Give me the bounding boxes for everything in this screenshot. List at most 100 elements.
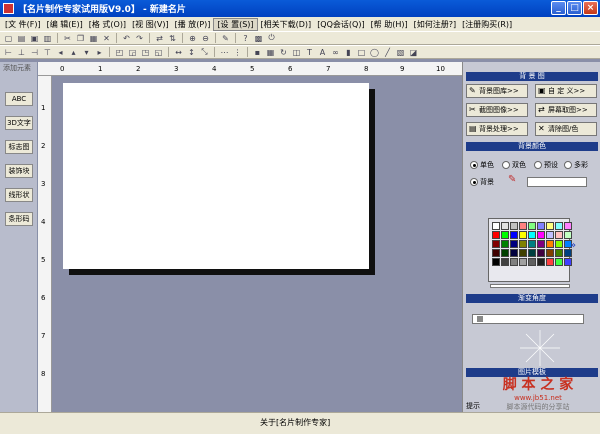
zoom-out-icon[interactable]: ⊖ xyxy=(200,33,211,43)
move-left-icon[interactable]: ◂ xyxy=(55,47,66,57)
palette-swatch[interactable] xyxy=(555,222,563,230)
new-icon[interactable]: ▢ xyxy=(3,33,14,43)
palette-swatch[interactable] xyxy=(528,240,536,248)
palette-swatch[interactable] xyxy=(546,249,554,257)
image-icon[interactable]: ▩ xyxy=(253,33,264,43)
copy-icon[interactable]: ❐ xyxy=(75,33,86,43)
same-width-icon[interactable]: ↔ xyxy=(173,47,184,57)
menu-help[interactable]: [帮 助(H)] xyxy=(368,19,411,30)
palette-swatch[interactable] xyxy=(546,231,554,239)
paste-icon[interactable]: ▦ xyxy=(88,33,99,43)
same-height-icon[interactable]: ↕ xyxy=(186,47,197,57)
bg-process-button[interactable]: ▤ 背景处理>> xyxy=(466,122,528,136)
distribute-v-icon[interactable]: ⋮ xyxy=(232,47,243,57)
delete-icon[interactable]: ✕ xyxy=(101,33,112,43)
palette-swatch[interactable] xyxy=(528,258,536,266)
palette-swatch[interactable] xyxy=(537,231,545,239)
palette-swatch[interactable] xyxy=(519,249,527,257)
palette-swatch[interactable] xyxy=(519,240,527,248)
flip-v-icon[interactable]: ⇅ xyxy=(167,33,178,43)
group-icon[interactable]: ◳ xyxy=(140,47,151,57)
zoom-in-icon[interactable]: ⊕ xyxy=(187,33,198,43)
palette-swatch[interactable] xyxy=(555,240,563,248)
frame-icon[interactable]: □ xyxy=(356,47,367,57)
tool-barcode[interactable]: 条形码 xyxy=(5,212,33,226)
tool-line-shape[interactable]: 线形状 xyxy=(5,188,33,202)
palette-swatch[interactable] xyxy=(564,258,572,266)
tool-decoration[interactable]: 装饰块 xyxy=(5,164,33,178)
move-right-icon[interactable]: ▸ xyxy=(94,47,105,57)
align-right-icon[interactable]: ⊣ xyxy=(29,47,40,57)
ungroup-icon[interactable]: ◱ xyxy=(153,47,164,57)
close-button[interactable]: × xyxy=(583,1,598,15)
undo-icon[interactable]: ↶ xyxy=(121,33,132,43)
palette-swatch[interactable] xyxy=(501,249,509,257)
redo-icon[interactable]: ↷ xyxy=(134,33,145,43)
line-icon[interactable]: ╱ xyxy=(382,47,393,57)
shadow-icon[interactable]: ◪ xyxy=(408,47,419,57)
palette-swatch[interactable] xyxy=(501,258,509,266)
color-palette[interactable] xyxy=(488,218,572,282)
pencil-icon[interactable]: ✎ xyxy=(220,33,231,43)
same-size-icon[interactable]: ⤡ xyxy=(199,47,210,57)
palette-expand-icon[interactable]: » xyxy=(570,240,576,251)
menu-view[interactable]: [视 图(V)] xyxy=(129,19,172,30)
link-icon[interactable]: ∞ xyxy=(330,47,341,57)
palette-swatch[interactable] xyxy=(537,249,545,257)
font-icon[interactable]: A xyxy=(317,47,328,57)
angle-dial[interactable] xyxy=(500,328,580,368)
tool-logo[interactable]: 标志图 xyxy=(5,140,33,154)
palette-swatch[interactable] xyxy=(501,222,509,230)
palette-swatch[interactable] xyxy=(528,231,536,239)
save-icon[interactable]: ▣ xyxy=(29,33,40,43)
bring-front-icon[interactable]: ◰ xyxy=(114,47,125,57)
palette-swatch[interactable] xyxy=(510,222,518,230)
palette-swatch[interactable] xyxy=(510,240,518,248)
tool-3d-text[interactable]: 3D文字 xyxy=(5,116,33,130)
open-icon[interactable]: ▤ xyxy=(16,33,27,43)
menu-file[interactable]: [文 件(F)] xyxy=(2,19,44,30)
maximize-button[interactable]: □ xyxy=(567,1,582,15)
palette-swatch[interactable] xyxy=(501,231,509,239)
custom-bg-button[interactable]: ▣ 自 定 义>> xyxy=(535,84,597,98)
minimize-button[interactable]: _ xyxy=(551,1,566,15)
move-up-icon[interactable]: ▴ xyxy=(68,47,79,57)
eyedropper-icon[interactable]: ✎ xyxy=(508,174,516,185)
palette-swatch[interactable] xyxy=(492,222,500,230)
screen-capture-button[interactable]: ⇄ 屏幕取图>> xyxy=(535,103,597,117)
send-back-icon[interactable]: ◲ xyxy=(127,47,138,57)
palette-swatch[interactable] xyxy=(510,249,518,257)
palette-swatch[interactable] xyxy=(519,222,527,230)
clear-bg-button[interactable]: ✕ 清除图/色 xyxy=(535,122,597,136)
menu-settings[interactable]: [设 置(S)] xyxy=(213,17,258,31)
palette-swatch[interactable] xyxy=(519,258,527,266)
palette-swatch[interactable] xyxy=(519,231,527,239)
business-card-canvas[interactable] xyxy=(63,83,369,269)
menu-buy[interactable]: [注册购买(R)] xyxy=(459,19,515,30)
palette-swatch[interactable] xyxy=(537,258,545,266)
rotate-icon[interactable]: ↻ xyxy=(278,47,289,57)
palette-swatch[interactable] xyxy=(555,258,563,266)
print-icon[interactable]: ▥ xyxy=(42,33,53,43)
menu-format[interactable]: [格 式(O)] xyxy=(86,19,129,30)
exit-icon[interactable]: ⏻ xyxy=(266,33,277,43)
layer-icon[interactable]: ◫ xyxy=(291,47,302,57)
mode-double[interactable]: 双色 xyxy=(502,160,526,170)
mode-preset[interactable]: 预设 xyxy=(534,160,558,170)
menu-downloads[interactable]: [相关下载(D)] xyxy=(258,19,315,30)
gradient-angle-slider[interactable] xyxy=(472,314,584,324)
palette-swatch[interactable] xyxy=(564,231,572,239)
cut-icon[interactable]: ✂ xyxy=(62,33,73,43)
distribute-h-icon[interactable]: ⋯ xyxy=(219,47,230,57)
palette-swatch[interactable] xyxy=(492,258,500,266)
shape-icon[interactable]: ◯ xyxy=(369,47,380,57)
align-center-icon[interactable]: ⊥ xyxy=(16,47,27,57)
align-left-icon[interactable]: ⊢ xyxy=(3,47,14,57)
palette-swatch[interactable] xyxy=(492,231,500,239)
palette-swatch[interactable] xyxy=(501,240,509,248)
menu-how-register[interactable]: [如何注册?] xyxy=(411,19,460,30)
barcode-icon[interactable]: ▮ xyxy=(343,47,354,57)
text-icon[interactable]: T xyxy=(304,47,315,57)
mode-single[interactable]: 单色 xyxy=(470,160,494,170)
flip-h-icon[interactable]: ⇄ xyxy=(154,33,165,43)
